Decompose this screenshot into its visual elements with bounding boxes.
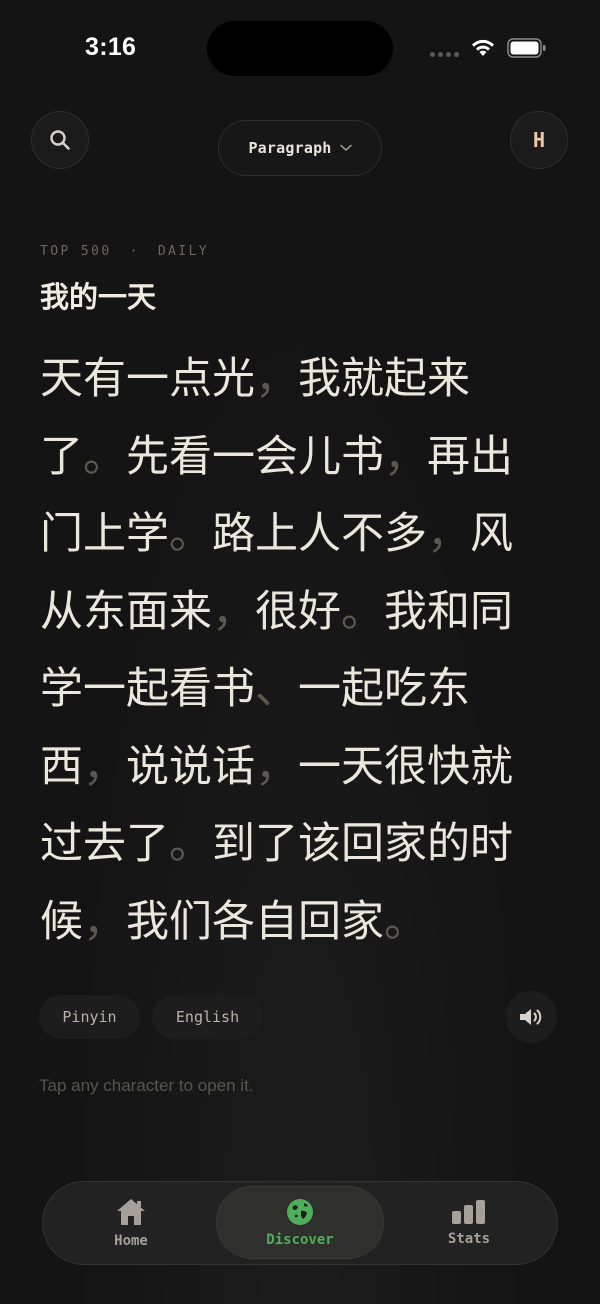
passage-title: 我的一天 bbox=[40, 280, 157, 314]
passage-meta: TOP 500 · DAILY bbox=[40, 244, 209, 259]
punctuation: 。 bbox=[169, 819, 212, 869]
passage-line: 西，说说话，一天很快就 bbox=[40, 734, 540, 812]
profile-button[interactable]: H bbox=[510, 111, 568, 169]
mode-selector-label: Paragraph bbox=[248, 139, 332, 157]
punctuation: ， bbox=[83, 741, 126, 792]
punctuation: 。 bbox=[341, 586, 384, 637]
character-run[interactable]: 我就起来 bbox=[298, 354, 470, 404]
punctuation: ， bbox=[83, 896, 126, 947]
profile-initial: H bbox=[532, 128, 546, 152]
punctuation: 、 bbox=[255, 664, 298, 714]
search-icon bbox=[50, 130, 70, 150]
passage-line: 门上学。路上人不多，风 bbox=[40, 501, 540, 579]
character-run[interactable]: 我和同 bbox=[384, 587, 513, 637]
tab-home-label: Home bbox=[114, 1232, 148, 1249]
punctuation: ， bbox=[255, 354, 298, 404]
passage-text: 天有一点光，我就起来 了。先看一会儿书，再出 门上学。路上人不多，风 从东面来，很好。… bbox=[40, 346, 540, 966]
mode-selector[interactable]: Paragraph bbox=[218, 120, 382, 176]
tab-discover[interactable]: Discover bbox=[216, 1186, 384, 1259]
character-run[interactable]: 一天很快就 bbox=[298, 742, 513, 792]
home-icon bbox=[117, 1198, 145, 1225]
chevron-down-icon bbox=[339, 144, 352, 151]
speaker-icon bbox=[520, 1009, 542, 1025]
passage-line: 天有一点光，我就起来 bbox=[40, 346, 540, 424]
character-run[interactable]: 先看一会儿书 bbox=[126, 432, 384, 482]
character-run[interactable]: 风 bbox=[470, 509, 513, 559]
punctuation: 。 bbox=[83, 431, 126, 482]
tap-hint: Tap any character to open it. bbox=[39, 1076, 254, 1095]
passage-line: 了。先看一会儿书，再出 bbox=[40, 424, 540, 502]
character-run[interactable]: 候 bbox=[40, 897, 83, 947]
character-run[interactable]: 我们各自回家 bbox=[126, 897, 384, 947]
character-run[interactable]: 西 bbox=[40, 742, 83, 792]
globe-icon bbox=[287, 1198, 313, 1225]
character-run[interactable]: 门上学 bbox=[40, 509, 169, 559]
english-toggle[interactable]: English bbox=[152, 995, 263, 1039]
punctuation: 。 bbox=[384, 896, 427, 947]
character-run[interactable]: 天有一点光 bbox=[40, 354, 255, 404]
search-button[interactable] bbox=[31, 111, 89, 169]
level-label: TOP 500 bbox=[40, 244, 112, 259]
punctuation: ， bbox=[255, 741, 298, 792]
bottom-tab-bar: Home Discover Stats bbox=[42, 1181, 558, 1265]
bar-chart-icon bbox=[452, 1199, 485, 1224]
character-run[interactable]: 说说话 bbox=[126, 742, 255, 792]
pinyin-toggle[interactable]: Pinyin bbox=[39, 995, 140, 1039]
dynamic-island bbox=[207, 21, 393, 76]
tab-home[interactable]: Home bbox=[63, 1182, 199, 1263]
punctuation: 。 bbox=[169, 509, 212, 559]
character-run[interactable]: 从东面来 bbox=[40, 587, 212, 637]
passage-line: 过去了。到了该回家的时 bbox=[40, 811, 540, 889]
punctuation: ， bbox=[427, 509, 470, 559]
passage-line: 从东面来，很好。我和同 bbox=[40, 579, 540, 657]
character-run[interactable]: 过去了 bbox=[40, 819, 169, 869]
category-label: DAILY bbox=[157, 244, 209, 259]
meta-separator: · bbox=[129, 244, 140, 259]
audio-button[interactable] bbox=[505, 991, 557, 1043]
character-run[interactable]: 路上人不多 bbox=[212, 509, 427, 559]
battery-icon bbox=[507, 38, 546, 58]
punctuation: ， bbox=[212, 586, 255, 637]
tab-discover-label: Discover bbox=[266, 1231, 334, 1248]
tab-stats-label: Stats bbox=[447, 1230, 491, 1247]
wifi-icon bbox=[472, 39, 494, 56]
passage-line: 候，我们各自回家。 bbox=[40, 889, 540, 967]
character-run[interactable]: 再出 bbox=[427, 432, 513, 482]
tab-stats[interactable]: Stats bbox=[401, 1182, 537, 1263]
punctuation: ， bbox=[384, 431, 427, 482]
cellular-signal-icon bbox=[430, 52, 459, 57]
status-time: 3:16 bbox=[85, 33, 137, 61]
character-run[interactable]: 学一起看书 bbox=[40, 664, 255, 714]
character-run[interactable]: 很好 bbox=[255, 587, 341, 637]
character-run[interactable]: 一起吃东 bbox=[298, 664, 470, 714]
character-run[interactable]: 了 bbox=[40, 432, 83, 482]
character-run[interactable]: 到了该回家的时 bbox=[212, 819, 513, 869]
passage-line: 学一起看书、一起吃东 bbox=[40, 656, 540, 734]
